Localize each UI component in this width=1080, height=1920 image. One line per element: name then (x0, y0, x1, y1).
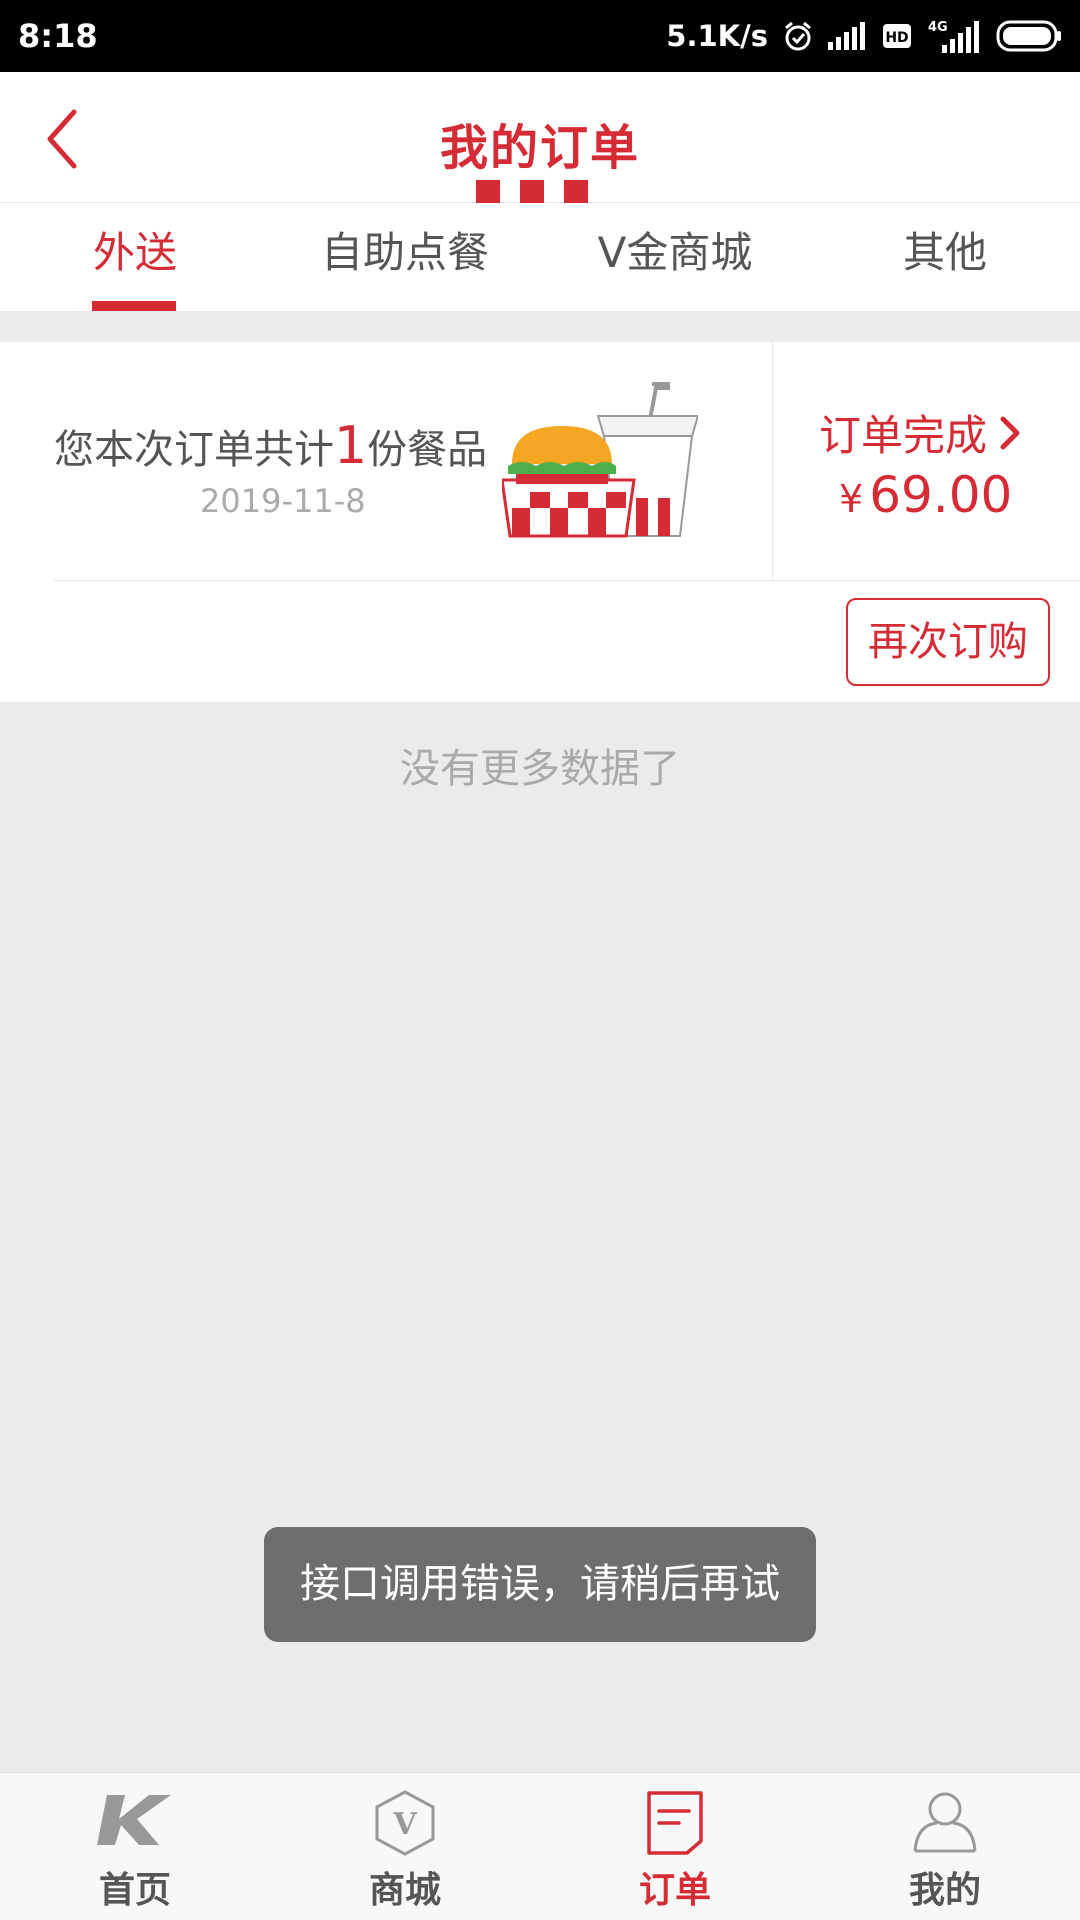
tab-label: 自助点餐 (320, 228, 489, 277)
tab-v-gold-mall[interactable]: V金商城 (540, 203, 810, 311)
nav-mall[interactable]: V 商城 (270, 1773, 540, 1920)
order-summary-area[interactable]: 您本次订单共计1份餐品 2019-11-8 (0, 342, 772, 580)
network-type: 4G (928, 20, 948, 35)
page-title: 我的订单 (439, 120, 640, 176)
nav-label: 商城 (368, 1870, 441, 1911)
hd-icon: HD (882, 23, 912, 49)
summary-prefix: 您本次订单共计 (54, 427, 334, 473)
tab-label: 外送 (92, 228, 177, 277)
nav-profile[interactable]: 我的 (810, 1773, 1080, 1920)
order-status-link[interactable]: 订单完成 ¥69.00 (773, 342, 1080, 580)
tab-self-order[interactable]: 自助点餐 (270, 203, 540, 311)
burger-drink-illustration (500, 380, 700, 544)
nav-home[interactable]: 首页 (0, 1773, 270, 1920)
mall-v-icon: V (371, 1789, 439, 1861)
divider (54, 580, 1080, 581)
user-icon (911, 1789, 979, 1859)
order-date: 2019-11-8 (200, 482, 366, 520)
page-header: 我的订单 (0, 72, 1080, 203)
status-bar: 8:18 5.1K/s HD 4G (0, 0, 1080, 72)
alarm-icon (782, 20, 814, 52)
tab-other[interactable]: 其他 (810, 203, 1080, 311)
home-k-icon (93, 1789, 177, 1853)
svg-text:V: V (392, 1807, 417, 1842)
chevron-right-icon (1000, 416, 1020, 449)
tab-delivery[interactable]: 外送 (0, 203, 270, 311)
nav-label: 首页 (98, 1870, 171, 1911)
order-card: 您本次订单共计1份餐品 2019-11-8 订单完成 ¥ 69.00 再次订购 (0, 342, 1080, 702)
order-amount: 69.00 (869, 466, 1013, 524)
nav-orders[interactable]: 订单 (540, 1773, 810, 1920)
status-icons: 5.1K/s HD 4G (666, 19, 1062, 53)
order-doc-icon (645, 1789, 705, 1859)
order-price: ¥69.00 (839, 466, 1012, 524)
tab-label: V金商城 (597, 228, 753, 277)
status-time: 8:18 (18, 17, 98, 55)
title-stripes-decoration (476, 180, 588, 203)
currency-symbol: ¥ (839, 477, 864, 521)
tab-label: 其他 (902, 228, 987, 277)
hd-text: HD (885, 30, 908, 46)
order-status-text: 订单完成 (819, 411, 988, 460)
order-summary-text: 您本次订单共计1份餐品 (54, 416, 487, 476)
battery-icon (996, 20, 1062, 52)
order-status: 订单完成 (819, 402, 1025, 463)
nav-label: 我的 (908, 1870, 981, 1911)
signal-4g-icon: 4G (926, 19, 982, 53)
signal-icon (828, 22, 868, 50)
item-count: 1 (334, 416, 368, 476)
bottom-nav: 首页 V 商城 订单 我的 (0, 1772, 1080, 1920)
list-end-message: 没有更多数据了 (400, 746, 680, 792)
network-speed: 5.1K/s (666, 19, 768, 53)
nav-label: 订单 (638, 1870, 711, 1911)
active-tab-indicator (92, 301, 176, 311)
reorder-button[interactable]: 再次订购 (846, 598, 1050, 686)
summary-suffix: 份餐品 (367, 427, 488, 473)
error-toast: 接口调用错误，请稍后再试 (264, 1527, 816, 1642)
order-tabs: 外送 自助点餐 V金商城 其他 (0, 203, 1080, 311)
